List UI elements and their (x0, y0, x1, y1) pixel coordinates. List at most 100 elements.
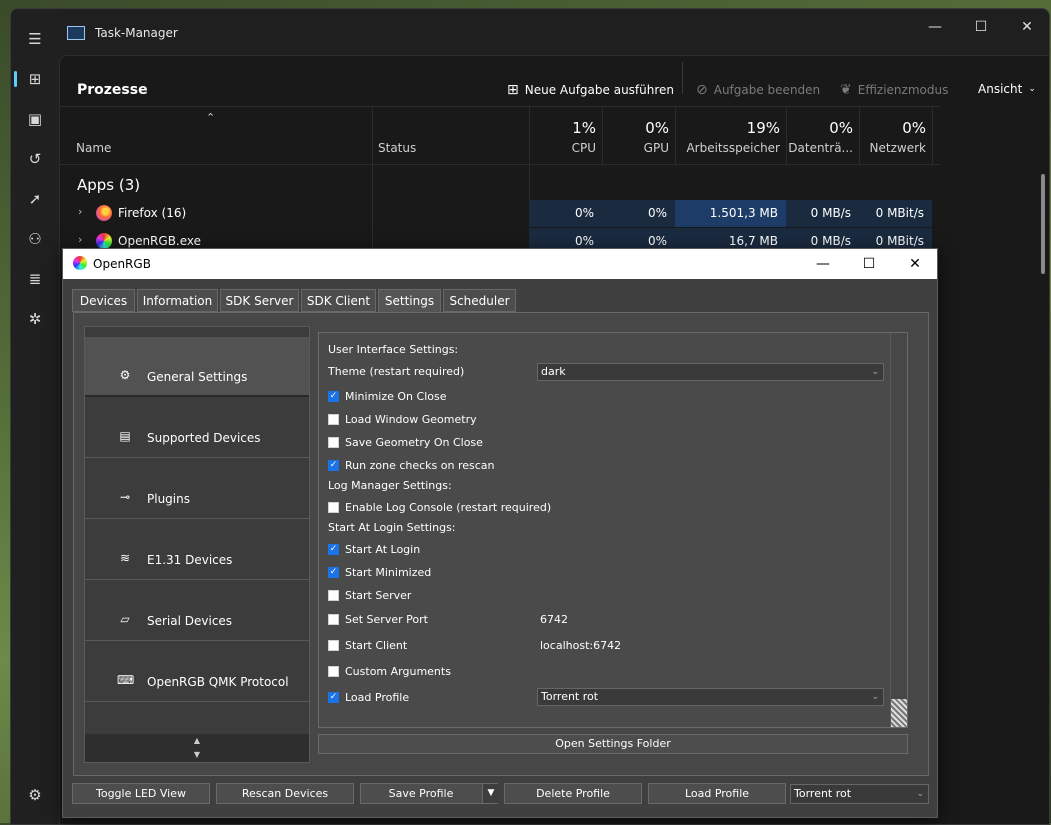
load-profile-row[interactable]: ✓ Load Profile (328, 689, 409, 705)
settings-scrollbar[interactable] (890, 333, 907, 727)
minimize-button[interactable]: — (803, 252, 843, 276)
tab-sdk-client[interactable]: SDK Client (301, 289, 376, 312)
view-menu-button[interactable]: Ansicht ⌄ (978, 82, 1036, 96)
column-network[interactable]: 0% Netzwerk (859, 107, 933, 164)
side-item-serial-devices[interactable]: ⏥ Serial Devices (85, 581, 309, 641)
maximize-button[interactable]: ☐ (849, 252, 889, 276)
open-settings-folder-button[interactable]: Open Settings Folder (318, 734, 908, 754)
wifi-icon: ≋ (119, 551, 131, 565)
minimize-on-close-checkbox[interactable]: ✓ (328, 390, 339, 402)
tab-information[interactable]: Information (137, 289, 218, 312)
set-server-port-label: Set Server Port (345, 612, 428, 626)
new-task-label: Neue Aufgabe ausführen (524, 83, 675, 97)
openrgb-titlebar[interactable]: OpenRGB — ☐ ✕ (63, 249, 937, 279)
side-item-qmk-protocol[interactable]: ⌨ OpenRGB QMK Protocol (85, 642, 309, 702)
task-manager-nav: ☰ ⊞ ▣ ↺ ➚ ⚇ ≣ ✲ ⚙ (11, 9, 59, 824)
details-icon[interactable]: ≣ (19, 263, 51, 295)
column-gpu[interactable]: 0% GPU (602, 107, 676, 164)
cell-memory: 1.501,3 MB (675, 200, 786, 227)
hamburger-icon[interactable]: ☰ (19, 23, 51, 55)
efficiency-mode-button[interactable]: ❦ Effizienzmodus (840, 82, 948, 98)
processes-icon[interactable]: ⊞ (19, 63, 51, 95)
start-client-row[interactable]: Start Client (328, 637, 407, 653)
tab-devices[interactable]: Devices (72, 289, 135, 312)
save-profile-button[interactable]: Save Profile (360, 783, 498, 804)
side-item-plugins[interactable]: ⊸ Plugins (85, 459, 309, 519)
enable-log-console-row[interactable]: Enable Log Console (restart required) (328, 499, 551, 515)
minimize-on-close-label: Minimize On Close (345, 389, 447, 403)
theme-select[interactable]: dark ⌄ (537, 363, 884, 381)
start-minimized-checkbox[interactable]: ✓ (328, 566, 339, 578)
save-geometry-checkbox[interactable] (328, 436, 339, 448)
side-item-e131-devices[interactable]: ≋ E1.31 Devices (85, 520, 309, 580)
history-icon[interactable]: ↺ (19, 143, 51, 175)
users-icon[interactable]: ⚇ (19, 223, 51, 255)
column-memory[interactable]: 19% Arbeitsspeicher (675, 107, 787, 164)
column-status-label: Status (378, 141, 417, 155)
network-total: 0% (902, 119, 926, 137)
gear-icon[interactable]: ⚙ (19, 779, 51, 811)
side-item-supported-devices[interactable]: ▤ Supported Devices (85, 398, 309, 458)
new-task-icon: ⊞ (507, 82, 519, 98)
services-icon[interactable]: ✲ (19, 303, 51, 335)
column-disk[interactable]: 0% Datenträ... (786, 107, 860, 164)
run-zone-checks-checkbox[interactable]: ✓ (328, 459, 339, 471)
custom-arguments-row[interactable]: Custom Arguments (328, 663, 451, 679)
tab-sdk-server[interactable]: SDK Server (220, 289, 299, 312)
minimize-on-close-row[interactable]: ✓ Minimize On Close (328, 388, 446, 404)
save-profile-dropdown-button[interactable]: ▼ (482, 784, 499, 803)
close-button[interactable]: ✕ (1007, 15, 1047, 39)
run-zone-checks-row[interactable]: ✓ Run zone checks on rescan (328, 457, 495, 473)
gear-icon: ⚙ (119, 368, 131, 382)
chevron-right-icon[interactable]: › (78, 233, 82, 246)
keyboard-icon: ⌨ (117, 673, 135, 687)
tab-settings[interactable]: Settings (378, 289, 441, 312)
toggle-led-view-button[interactable]: Toggle LED View (72, 783, 210, 804)
enable-log-console-checkbox[interactable] (328, 501, 339, 513)
set-server-port-row[interactable]: Set Server Port (328, 611, 428, 627)
save-geometry-row[interactable]: Save Geometry On Close (328, 434, 483, 450)
scrollbar[interactable] (1041, 174, 1045, 274)
chevron-right-icon[interactable]: › (78, 205, 82, 218)
load-window-geometry-row[interactable]: Load Window Geometry (328, 411, 477, 427)
start-at-login-row[interactable]: ✓ Start At Login (328, 541, 420, 557)
performance-icon[interactable]: ▣ (19, 103, 51, 135)
start-minimized-row[interactable]: ✓ Start Minimized (328, 564, 431, 580)
column-cpu[interactable]: 1% CPU (529, 107, 603, 164)
start-client-checkbox[interactable] (328, 639, 339, 651)
new-task-button[interactable]: ⊞ Neue Aufgabe ausführen (507, 82, 674, 98)
start-at-login-checkbox[interactable]: ✓ (328, 543, 339, 555)
profile-select[interactable]: Torrent rot ⌄ (790, 784, 929, 804)
server-port-value[interactable]: 6742 (540, 613, 568, 626)
load-profile-button[interactable]: Load Profile (648, 783, 786, 804)
end-task-button[interactable]: ⊘ Aufgabe beenden (696, 82, 820, 98)
column-name[interactable]: Name (60, 107, 373, 164)
side-item-general-settings[interactable]: ⚙ General Settings (85, 337, 309, 397)
minimize-button[interactable]: — (915, 15, 955, 39)
startup-icon[interactable]: ➚ (19, 183, 51, 215)
scroll-up-button[interactable]: ▲ (85, 734, 309, 748)
start-minimized-label: Start Minimized (345, 565, 432, 579)
maximize-button[interactable]: ☐ (961, 15, 1001, 39)
set-server-port-checkbox[interactable] (328, 613, 339, 625)
scroll-down-button[interactable]: ▼ (85, 748, 309, 762)
load-window-geometry-checkbox[interactable] (328, 413, 339, 425)
load-profile-checkbox[interactable]: ✓ (328, 691, 339, 703)
start-server-row[interactable]: Start Server (328, 587, 411, 603)
client-value[interactable]: localhost:6742 (540, 639, 621, 652)
window-title: Task-Manager (95, 26, 178, 40)
start-server-checkbox[interactable] (328, 589, 339, 601)
delete-profile-button[interactable]: Delete Profile (504, 783, 642, 804)
efficiency-mode-label: Effizienzmodus (857, 83, 949, 97)
side-item-label: Serial Devices (147, 614, 233, 628)
process-name: Firefox (16) (118, 206, 187, 220)
process-row-firefox[interactable]: › Firefox (16) 0% 0% 1.501,3 MB 0 MB/s 0… (60, 200, 940, 227)
close-button[interactable]: ✕ (895, 252, 935, 276)
scrollbar-thumb[interactable] (891, 699, 907, 727)
custom-arguments-checkbox[interactable] (328, 665, 339, 677)
theme-label: Theme (restart required) (328, 365, 465, 378)
column-status[interactable]: Status (372, 107, 530, 164)
load-profile-select[interactable]: Torrent rot ⌄ (537, 688, 884, 706)
rescan-devices-button[interactable]: Rescan Devices (216, 783, 354, 804)
tab-scheduler[interactable]: Scheduler (443, 289, 516, 312)
